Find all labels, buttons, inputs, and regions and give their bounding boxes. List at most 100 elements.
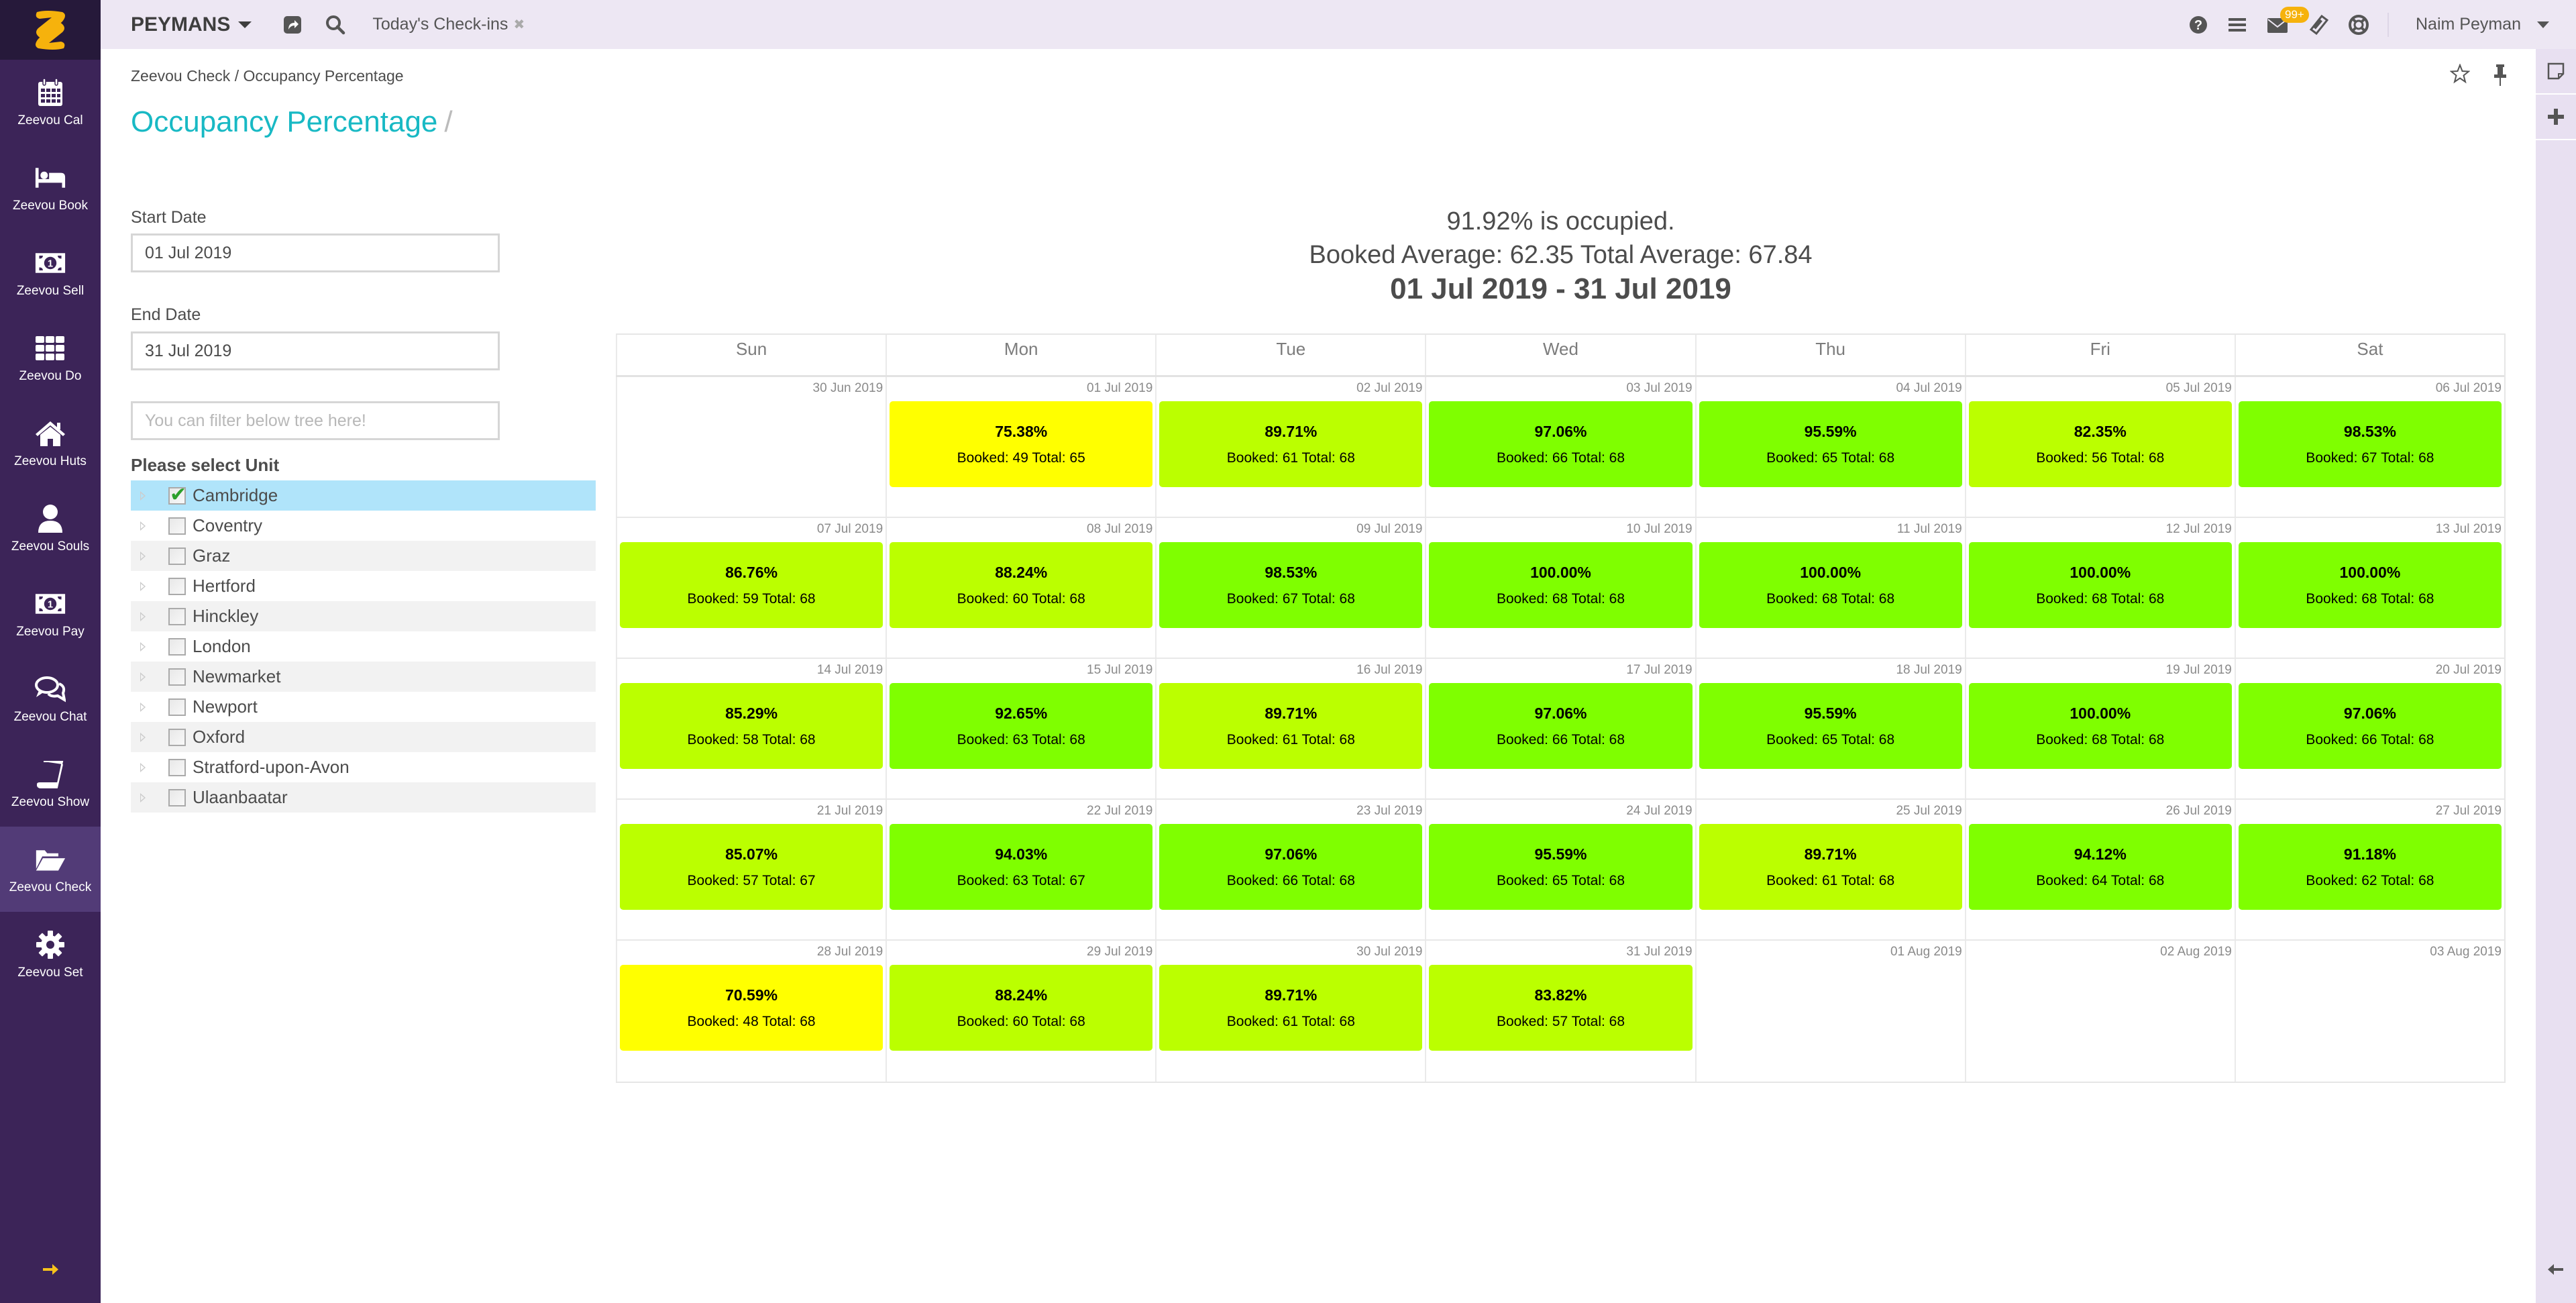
occupancy-event[interactable]: 70.59% Booked: 48 Total: 68 (620, 965, 883, 1051)
close-icon[interactable]: ✖ (513, 16, 525, 33)
sidebar-item-zeevou-souls[interactable]: Zeevou Souls (0, 486, 101, 571)
calendar-day[interactable]: 18 Jul 2019 95.59% Booked: 65 Total: 68 (1695, 659, 1965, 798)
add-button[interactable] (2536, 95, 2576, 140)
calendar-day[interactable]: 05 Jul 2019 82.35% Booked: 56 Total: 68 (1964, 377, 2235, 517)
occupancy-event[interactable]: 98.53% Booked: 67 Total: 68 (2238, 401, 2502, 487)
expand-arrow-icon[interactable] (140, 551, 146, 561)
calendar-day[interactable]: 06 Jul 2019 98.53% Booked: 67 Total: 68 (2234, 377, 2504, 517)
calendar-day[interactable]: 19 Jul 2019 100.00% Booked: 68 Total: 68 (1964, 659, 2235, 798)
occupancy-event[interactable]: 97.06% Booked: 66 Total: 68 (1159, 824, 1423, 910)
calendar-day[interactable]: 22 Jul 2019 94.03% Booked: 63 Total: 67 (885, 800, 1155, 939)
tree-node[interactable]: London (131, 631, 596, 662)
occupancy-event[interactable]: 94.12% Booked: 64 Total: 68 (1968, 824, 2232, 910)
occupancy-event[interactable]: 100.00% Booked: 68 Total: 68 (1699, 542, 1962, 628)
tree-node[interactable]: Graz (131, 541, 596, 571)
sidebar-item-zeevou-set[interactable]: Zeevou Set (0, 912, 101, 997)
expand-arrow-icon[interactable] (140, 641, 146, 652)
calendar-day[interactable]: 11 Jul 2019 100.00% Booked: 68 Total: 68 (1695, 518, 1965, 658)
notes-button[interactable] (2536, 49, 2576, 95)
calendar-day[interactable]: 03 Jul 2019 97.06% Booked: 66 Total: 68 (1425, 377, 1695, 517)
favorite-button[interactable] (2449, 63, 2471, 87)
user-menu[interactable]: Naim Peyman (2416, 15, 2549, 34)
occupancy-event[interactable]: 88.24% Booked: 60 Total: 68 (890, 965, 1153, 1051)
collapse-panel-button[interactable] (2536, 1249, 2576, 1290)
occupancy-event[interactable]: 100.00% Booked: 68 Total: 68 (1968, 683, 2232, 769)
unit-checkbox[interactable] (168, 483, 186, 507)
unit-checkbox[interactable] (168, 698, 186, 716)
calendar-day[interactable]: 25 Jul 2019 89.71% Booked: 61 Total: 68 (1695, 800, 1965, 939)
occupancy-event[interactable]: 92.65% Booked: 63 Total: 68 (890, 683, 1153, 769)
occupancy-event[interactable]: 100.00% Booked: 68 Total: 68 (1429, 542, 1693, 628)
tree-node[interactable]: Cambridge (131, 480, 596, 511)
unit-checkbox[interactable] (168, 637, 186, 656)
tickets-button[interactable] (2308, 14, 2328, 35)
tree-node[interactable]: Coventry (131, 511, 596, 541)
occupancy-event[interactable]: 94.03% Booked: 63 Total: 67 (890, 824, 1153, 910)
unit-checkbox[interactable] (168, 668, 186, 686)
help-button[interactable]: ? (2189, 15, 2208, 34)
occupancy-event[interactable]: 100.00% Booked: 68 Total: 68 (1968, 542, 2232, 628)
unit-checkbox[interactable] (168, 577, 186, 595)
calendar-day[interactable]: 01 Jul 2019 75.38% Booked: 49 Total: 65 (885, 377, 1155, 517)
calendar-day[interactable]: 15 Jul 2019 92.65% Booked: 63 Total: 68 (885, 659, 1155, 798)
start-date-input[interactable] (131, 233, 500, 272)
calendar-day[interactable]: 16 Jul 2019 89.71% Booked: 61 Total: 68 (1155, 659, 1425, 798)
occupancy-event[interactable]: 85.07% Booked: 57 Total: 67 (620, 824, 883, 910)
occupancy-event[interactable]: 97.06% Booked: 66 Total: 68 (1429, 683, 1693, 769)
calendar-day[interactable]: 12 Jul 2019 100.00% Booked: 68 Total: 68 (1964, 518, 2235, 658)
unit-checkbox[interactable] (168, 517, 186, 535)
zeevou-logo[interactable] (0, 0, 101, 60)
share-button[interactable] (282, 15, 303, 35)
expand-arrow-icon[interactable] (140, 672, 146, 682)
quick-filter-tag[interactable]: Today's Check-ins ✖ (372, 15, 525, 34)
calendar-day[interactable]: 30 Jun 2019 (616, 377, 885, 517)
calendar-day[interactable]: 08 Jul 2019 88.24% Booked: 60 Total: 68 (885, 518, 1155, 658)
unit-checkbox[interactable] (168, 607, 186, 625)
occupancy-event[interactable]: 85.29% Booked: 58 Total: 68 (620, 683, 883, 769)
expand-arrow-icon[interactable] (140, 490, 146, 501)
tree-node[interactable]: Newmarket (131, 662, 596, 692)
calendar-day[interactable]: 20 Jul 2019 97.06% Booked: 66 Total: 68 (2234, 659, 2504, 798)
menu-button[interactable] (2228, 17, 2247, 33)
occupancy-event[interactable]: 82.35% Booked: 56 Total: 68 (1968, 401, 2232, 487)
sidebar-item-zeevou-check[interactable]: Zeevou Check (0, 827, 101, 912)
tree-node[interactable]: Stratford-upon-Avon (131, 752, 596, 782)
occupancy-event[interactable]: 75.38% Booked: 49 Total: 65 (890, 401, 1153, 487)
occupancy-event[interactable]: 89.71% Booked: 61 Total: 68 (1159, 401, 1423, 487)
sidebar-item-zeevou-pay[interactable]: 1 Zeevou Pay (0, 571, 101, 656)
occupancy-event[interactable]: 91.18% Booked: 62 Total: 68 (2238, 824, 2502, 910)
search-button[interactable] (325, 15, 345, 35)
calendar-day[interactable]: 26 Jul 2019 94.12% Booked: 64 Total: 68 (1964, 800, 2235, 939)
calendar-day[interactable]: 10 Jul 2019 100.00% Booked: 68 Total: 68 (1425, 518, 1695, 658)
calendar-day[interactable]: 07 Jul 2019 86.76% Booked: 59 Total: 68 (616, 518, 885, 658)
end-date-input[interactable] (131, 331, 500, 370)
expand-arrow-icon[interactable] (140, 611, 146, 621)
tree-node[interactable]: Hertford (131, 571, 596, 601)
sidebar-item-zeevou-show[interactable]: Zeevou Show (0, 741, 101, 827)
messages-button[interactable]: 99+ (2267, 6, 2309, 34)
breadcrumb-parent[interactable]: Zeevou Check (131, 67, 230, 85)
support-button[interactable] (2349, 14, 2369, 35)
expand-arrow-icon[interactable] (140, 581, 146, 591)
occupancy-event[interactable]: 97.06% Booked: 66 Total: 68 (1429, 401, 1693, 487)
calendar-day[interactable]: 13 Jul 2019 100.00% Booked: 68 Total: 68 (2234, 518, 2504, 658)
occupancy-event[interactable]: 86.76% Booked: 59 Total: 68 (620, 542, 883, 628)
calendar-day[interactable]: 29 Jul 2019 88.24% Booked: 60 Total: 68 (885, 941, 1155, 1082)
tree-node[interactable]: Oxford (131, 722, 596, 752)
occupancy-event[interactable]: 89.71% Booked: 61 Total: 68 (1699, 824, 1962, 910)
calendar-day[interactable]: 17 Jul 2019 97.06% Booked: 66 Total: 68 (1425, 659, 1695, 798)
calendar-day[interactable]: 02 Aug 2019 (1964, 941, 2235, 1082)
expand-arrow-icon[interactable] (140, 521, 146, 531)
sidebar-item-zeevou-sell[interactable]: 1 Zeevou Sell (0, 230, 101, 315)
calendar-day[interactable]: 31 Jul 2019 83.82% Booked: 57 Total: 68 (1425, 941, 1695, 1082)
calendar-day[interactable]: 14 Jul 2019 85.29% Booked: 58 Total: 68 (616, 659, 885, 798)
expand-arrow-icon[interactable] (140, 732, 146, 742)
occupancy-event[interactable]: 95.59% Booked: 65 Total: 68 (1699, 683, 1962, 769)
calendar-day[interactable]: 27 Jul 2019 91.18% Booked: 62 Total: 68 (2234, 800, 2504, 939)
calendar-day[interactable]: 30 Jul 2019 89.71% Booked: 61 Total: 68 (1155, 941, 1425, 1082)
calendar-day[interactable]: 01 Aug 2019 (1695, 941, 1965, 1082)
sidebar-item-zeevou-do[interactable]: Zeevou Do (0, 315, 101, 401)
calendar-day[interactable]: 02 Jul 2019 89.71% Booked: 61 Total: 68 (1155, 377, 1425, 517)
sidebar-item-zeevou-book[interactable]: Zeevou Book (0, 145, 101, 230)
sidebar-item-zeevou-chat[interactable]: Zeevou Chat (0, 656, 101, 741)
